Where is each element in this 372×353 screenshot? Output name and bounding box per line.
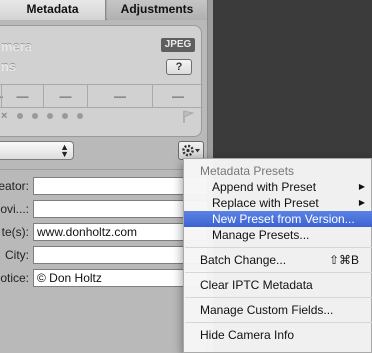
field-row-copyright: otice: © Don Holtz xyxy=(0,269,209,287)
rating-dot-icon[interactable] xyxy=(17,113,24,120)
rating-dot-icon[interactable] xyxy=(47,113,54,120)
metadata-view-popup[interactable]: ▲ ▼ xyxy=(0,141,74,160)
menu-shortcut: ⇧⌘B xyxy=(328,253,359,267)
menu-item-label: Batch Change... xyxy=(200,253,287,267)
rating-dot-icon[interactable] xyxy=(32,113,39,120)
rating-row: × xyxy=(1,110,86,126)
field-row-website: te(s): www.donholtz.com xyxy=(0,223,209,241)
field-label: te(s): xyxy=(1,225,29,239)
menu-item-batch-change[interactable]: Batch Change... ⇧⌘B xyxy=(184,252,372,268)
field-row-creator: eator: xyxy=(0,177,209,195)
stat-cell: — xyxy=(1,85,43,107)
submenu-arrow-icon: ▶ xyxy=(358,198,365,207)
file-type-badge: JPEG xyxy=(161,38,195,52)
tab-metadata[interactable]: Metadata xyxy=(0,0,106,20)
popup-arrows-icon: ▲ ▼ xyxy=(60,142,69,159)
menu-item-hide-camera-info[interactable]: Hide Camera Info xyxy=(184,327,372,343)
field-label: City: xyxy=(5,248,29,262)
submenu-arrow-icon: ▶ xyxy=(358,182,365,191)
field-label: eator: xyxy=(0,179,29,193)
menu-separator xyxy=(185,322,372,323)
rating-dot-icon[interactable] xyxy=(62,113,69,120)
field-row-city: City: xyxy=(0,246,209,264)
stat-cell: — xyxy=(43,85,87,107)
stat-cell: — xyxy=(152,85,203,107)
menu-item-label: Replace with Preset xyxy=(212,196,319,210)
field-label: ovi...: xyxy=(0,202,29,216)
chevron-down-icon xyxy=(195,149,200,153)
menu-item-append-preset[interactable]: Append with Preset ▶ xyxy=(184,179,372,195)
reject-icon[interactable]: × xyxy=(1,110,11,122)
gear-icon xyxy=(182,144,200,157)
menu-item-label: Append with Preset xyxy=(212,180,317,194)
menu-separator xyxy=(185,272,372,273)
menu-separator xyxy=(185,297,372,298)
menu-item-label: Manage Custom Fields... xyxy=(200,303,334,317)
exposure-stats-row: — — — — — xyxy=(0,84,203,108)
flag-icon[interactable] xyxy=(181,110,195,124)
camera-info-box: mera ns JPEG ? — — — — — × xyxy=(0,25,203,137)
menu-section-header: Metadata Presets xyxy=(200,164,295,178)
menu-item-label: New Preset from Version... xyxy=(212,212,355,226)
help-button[interactable]: ? xyxy=(166,59,192,75)
inspector-panel: Metadata Adjustments mera ns JPEG ? — — … xyxy=(0,0,213,353)
menu-separator xyxy=(185,247,372,248)
menu-item-label: Manage Presets... xyxy=(212,228,310,242)
field-row-provider: ovi...: xyxy=(0,200,209,218)
menu-item-new-preset-from-version[interactable]: New Preset from Version... xyxy=(184,211,372,227)
menu-item-replace-preset[interactable]: Replace with Preset ▶ xyxy=(184,195,372,211)
rating-dot-icon[interactable] xyxy=(77,113,84,120)
menu-item-manage-presets[interactable]: Manage Presets... xyxy=(184,227,372,243)
menu-item-clear-iptc[interactable]: Clear IPTC Metadata xyxy=(184,277,372,293)
field-label: otice: xyxy=(0,271,29,285)
stat-cell: — xyxy=(87,85,152,107)
tab-adjustments[interactable]: Adjustments xyxy=(107,0,207,20)
camera-lens: ns xyxy=(1,59,17,74)
metadata-action-menu: Metadata Presets Append with Preset ▶ Re… xyxy=(183,158,372,353)
inspector-tabbar: Metadata Adjustments xyxy=(0,0,207,20)
camera-name: mera xyxy=(1,39,33,54)
menu-item-label: Clear IPTC Metadata xyxy=(200,278,313,292)
section-divider xyxy=(0,169,207,170)
menu-item-label: Hide Camera Info xyxy=(200,328,295,342)
menu-item-manage-custom-fields[interactable]: Manage Custom Fields... xyxy=(184,302,372,318)
